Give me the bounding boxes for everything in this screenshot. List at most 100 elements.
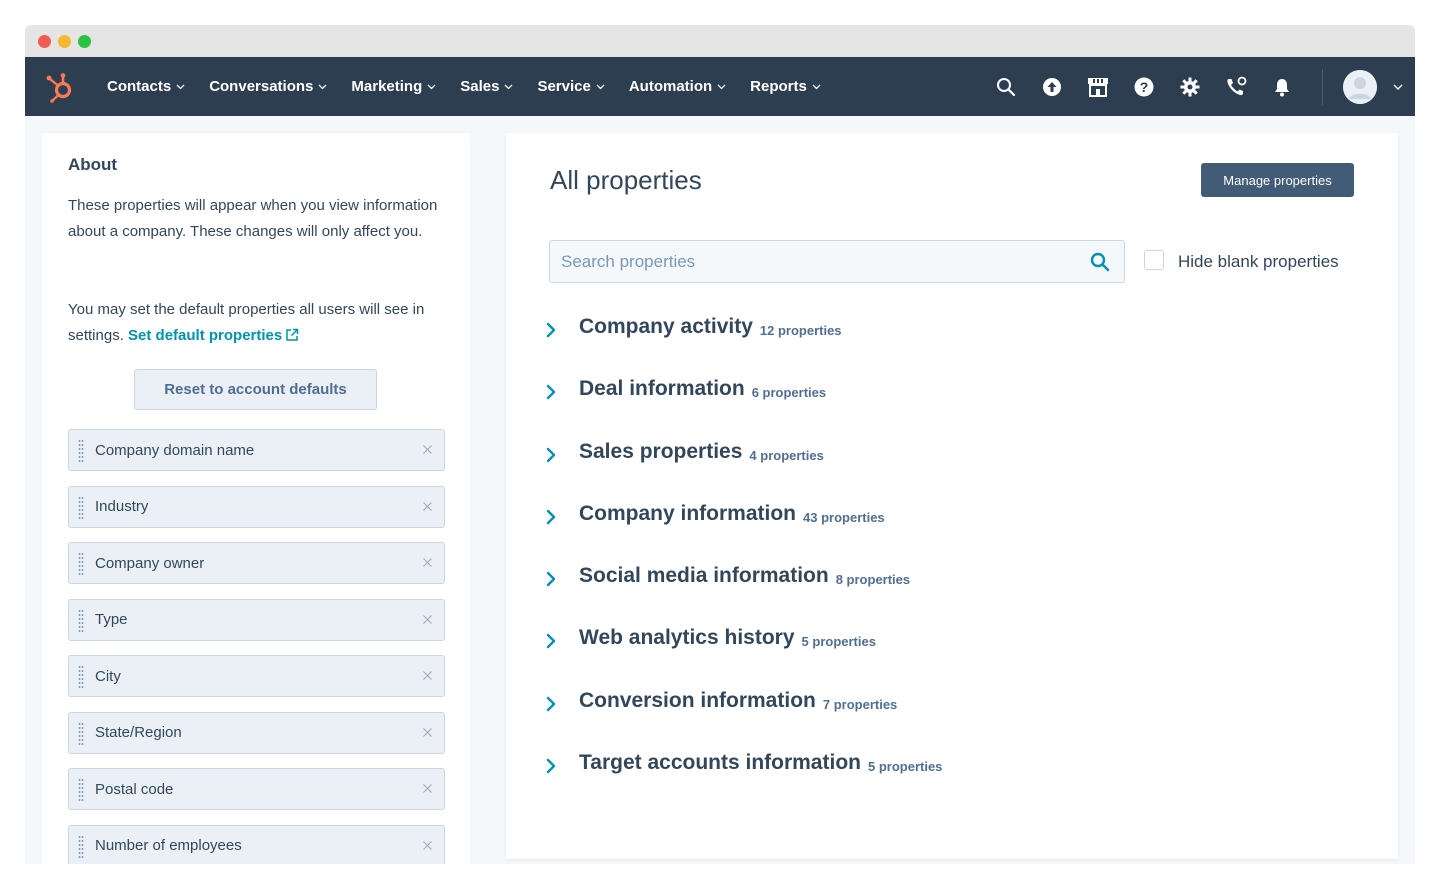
chevron-right-icon[interactable] [546,322,556,338]
set-default-link-label: Set default properties [128,327,283,344]
all-properties-panel: All properties Manage properties Hide bl… [506,133,1398,859]
close-icon[interactable] [422,501,433,512]
close-icon[interactable] [422,557,433,568]
sidebar-property-label: Postal code [95,780,174,798]
settings-gear-icon[interactable] [1178,75,1202,99]
nav-menu-sales[interactable]: Sales [460,78,513,95]
property-group-row[interactable]: Company information 43 properties [546,502,942,564]
search-icon[interactable] [994,75,1018,99]
property-group-title: Company information [579,501,797,525]
property-group-count: 5 properties [867,759,943,775]
property-group-row[interactable]: Target accounts information 5 properties [546,751,942,813]
search-properties-field [549,240,1125,283]
chevron-right-icon[interactable] [546,633,556,649]
hide-blank-checkbox[interactable] [1144,250,1164,270]
sidebar-property-item[interactable]: Company domain name [68,429,445,471]
property-group-title: Social media information [579,564,829,588]
reset-to-defaults-button[interactable]: Reset to account defaults [134,369,377,410]
chevron-right-icon[interactable] [546,447,556,463]
close-icon[interactable] [422,614,433,625]
marketplace-icon[interactable] [1086,75,1110,99]
property-group-row[interactable]: Sales properties 4 properties [546,440,942,502]
sidebar-property-item[interactable]: Postal code [68,768,445,810]
nav-menu-contacts[interactable]: Contacts [107,78,185,95]
chevron-down-icon [812,84,821,89]
property-group-row[interactable]: Conversion information 7 properties [546,689,942,751]
close-icon[interactable] [422,444,433,455]
external-link-icon [286,328,299,341]
nav-menu-label: Sales [460,78,500,95]
window-maximize-dot[interactable] [78,35,91,48]
chevron-down-icon [596,84,605,89]
chevron-right-icon[interactable] [546,696,556,712]
sidebar-property-item[interactable]: Type [68,598,445,641]
search-icon[interactable] [1090,252,1110,272]
drag-handle-icon[interactable] [78,439,84,463]
chevron-right-icon[interactable] [546,758,556,774]
property-group-count: 5 properties [801,634,876,650]
sidebar-property-label: City [95,667,121,685]
sidebar-property-label: Industry [95,498,149,515]
close-icon[interactable] [422,670,433,681]
nav-menu-marketing[interactable]: Marketing [351,78,436,95]
nav-menu-label: Reports [750,78,807,95]
hide-blank-label[interactable]: Hide blank properties [1178,252,1339,272]
chevron-down-icon [504,84,513,89]
about-sidebar: About These properties will appear when … [42,133,470,864]
notifications-bell-icon[interactable] [1270,75,1294,99]
property-group-title: Web analytics history [579,626,795,650]
property-group-row[interactable]: Deal information 6 properties [546,377,942,439]
chevron-down-icon[interactable] [1393,84,1403,90]
chevron-right-icon[interactable] [546,571,556,587]
drag-handle-icon[interactable] [78,722,84,746]
manage-properties-button[interactable]: Manage properties [1201,163,1354,197]
sidebar-property-item[interactable]: Number of employees [68,824,445,864]
window-close-dot[interactable] [38,35,51,48]
search-input[interactable] [550,241,1081,282]
sidebar-property-label: Number of employees [95,837,242,854]
chevron-right-icon[interactable] [546,384,556,400]
set-default-properties-link[interactable]: Set default properties [128,327,299,344]
drag-handle-icon[interactable] [78,778,84,802]
upgrade-arrow-icon[interactable] [1040,75,1064,99]
browser-window: Contacts Conversations Marketing Sales Servi… [25,25,1415,864]
chevron-down-icon [717,84,726,89]
nav-menu-label: Marketing [351,78,423,95]
sidebar-property-item[interactable]: State/Region [68,711,445,754]
drag-handle-icon[interactable] [78,665,84,689]
property-group-row[interactable]: Web analytics history 5 properties [546,626,942,688]
sidebar-property-label: Type [95,611,128,628]
calling-icon[interactable] [1224,75,1248,99]
about-heading: About [68,155,118,174]
property-group-row[interactable]: Social media information 8 properties [546,564,942,626]
nav-menu-label: Contacts [107,78,172,95]
drag-handle-icon[interactable] [78,609,84,633]
window-minimize-dot[interactable] [58,35,71,48]
sidebar-property-item[interactable]: Industry [68,485,445,528]
nav-menu-reports[interactable]: Reports [750,78,821,95]
sidebar-property-item[interactable]: Company owner [68,542,445,584]
property-group-count: 6 properties [751,385,827,401]
nav-menu-automation[interactable]: Automation [629,78,726,95]
drag-handle-icon[interactable] [78,496,84,520]
close-icon[interactable] [422,783,433,794]
chevron-down-icon [318,84,327,89]
chevron-down-icon [427,84,436,89]
nav-menu-service[interactable]: Service [537,78,605,95]
drag-handle-icon[interactable] [78,835,84,859]
help-icon[interactable]: ? [1132,75,1156,99]
property-group-title: Conversion information [579,688,816,712]
user-avatar[interactable] [1343,69,1377,104]
about-settings-note: You may set the default properties all u… [68,297,448,349]
drag-handle-icon[interactable] [78,552,84,576]
property-group-row[interactable]: Company activity 12 properties [546,315,942,377]
nav-menu-conversations[interactable]: Conversations [209,78,327,95]
chevron-right-icon[interactable] [546,509,556,525]
nav-divider [1322,68,1323,105]
close-icon[interactable] [422,840,433,851]
sidebar-property-item[interactable]: City [68,655,445,697]
chevron-down-icon [176,84,185,89]
close-icon[interactable] [422,727,433,738]
nav-menu-label: Service [537,78,591,95]
hubspot-logo-icon[interactable] [43,70,77,104]
